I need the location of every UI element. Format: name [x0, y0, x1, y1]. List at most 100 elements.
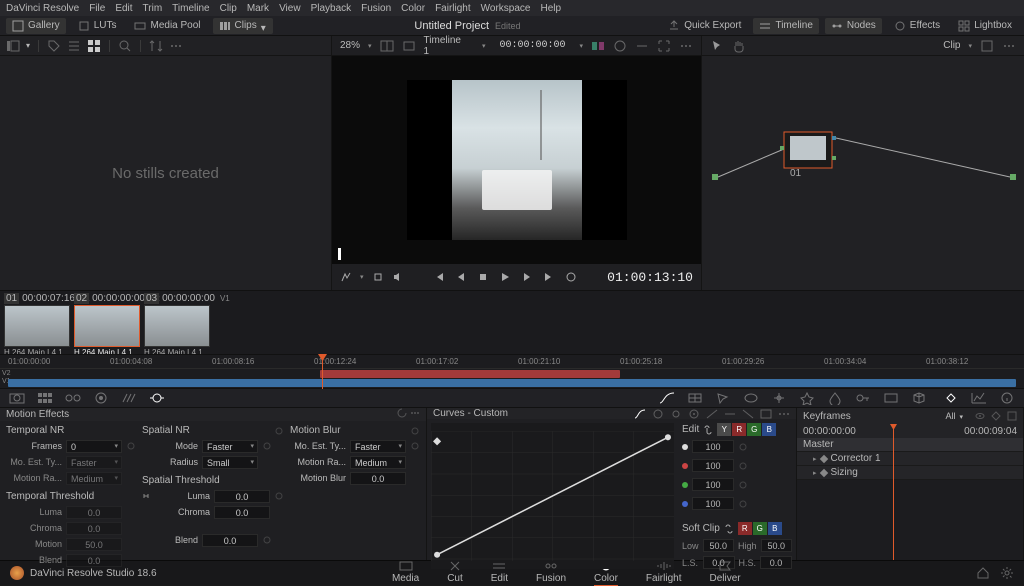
reset-icon[interactable]	[274, 426, 284, 436]
menu-item[interactable]: Fairlight	[435, 3, 471, 14]
spatial-chroma-input[interactable]: 0.0	[214, 506, 270, 519]
stop-icon[interactable]	[477, 271, 489, 283]
menu-item[interactable]: Timeline	[172, 3, 209, 14]
softclip-r-button[interactable]: R	[738, 522, 752, 535]
menu-item[interactable]: File	[89, 3, 105, 14]
keyframe-playhead[interactable]	[893, 424, 894, 560]
curves-icon[interactable]	[658, 391, 676, 405]
channel-y-button[interactable]: Y	[717, 423, 731, 436]
highlight-icon[interactable]	[613, 39, 627, 53]
layout-icon[interactable]	[402, 39, 416, 53]
rgb-mixer-icon[interactable]	[120, 391, 138, 405]
reset-icon[interactable]	[262, 441, 272, 451]
info-icon[interactable]	[998, 391, 1016, 405]
keyframe-filter[interactable]: All	[939, 411, 969, 421]
reset-icon[interactable]	[410, 426, 420, 436]
clip-thumb[interactable]: 0200:00:00:00V2 H.264 Main L4.1	[74, 293, 140, 357]
hue-vs-sat-icon[interactable]	[670, 409, 682, 419]
wheels-icon[interactable]	[64, 391, 82, 405]
timeline-name[interactable]: Timeline 1	[424, 35, 468, 57]
hand-icon[interactable]	[732, 39, 746, 53]
motion-effects-icon[interactable]	[148, 391, 166, 405]
keyframes-icon[interactable]	[942, 391, 960, 405]
menu-item[interactable]: Color	[401, 3, 425, 14]
media-pool-toggle[interactable]: Media Pool	[128, 18, 206, 34]
sizing-icon[interactable]	[882, 391, 900, 405]
cursor-icon[interactable]	[710, 39, 724, 53]
r-intensity-input[interactable]: 100	[692, 459, 734, 472]
image-wipe-icon[interactable]	[591, 39, 605, 53]
radius-select[interactable]: Small	[202, 456, 258, 469]
reset-icon[interactable]	[738, 480, 748, 490]
custom-curve-icon[interactable]	[634, 409, 646, 419]
g-intensity-input[interactable]: 100	[692, 478, 734, 491]
pick-icon[interactable]	[372, 271, 384, 283]
page-cut[interactable]: Cut	[447, 560, 463, 586]
channel-g-button[interactable]: G	[747, 423, 761, 436]
chevron-down-icon[interactable]: ▾	[360, 273, 364, 281]
menu-item[interactable]: View	[279, 3, 301, 14]
kf-master-row[interactable]: Master	[797, 438, 1023, 452]
mode-select[interactable]: Faster	[202, 440, 258, 453]
expand-icon[interactable]	[760, 409, 772, 419]
gallery-toggle[interactable]: Gallery	[6, 18, 66, 34]
expand-icon[interactable]	[1007, 411, 1017, 421]
node-clip-label[interactable]: Clip	[943, 40, 960, 51]
scopes-icon[interactable]	[970, 391, 988, 405]
menu-item[interactable]: Workspace	[481, 3, 531, 14]
list-icon[interactable]	[67, 39, 81, 53]
page-edit[interactable]: Edit	[491, 560, 508, 586]
motion-range-select[interactable]: Medium	[66, 472, 122, 485]
node-input[interactable]	[712, 174, 718, 180]
reset-icon[interactable]	[738, 461, 748, 471]
clips-toggle[interactable]: Clips▾	[213, 18, 273, 34]
chroma-input[interactable]: 0.0	[66, 522, 122, 535]
camera-raw-icon[interactable]	[8, 391, 26, 405]
kf-row[interactable]: ▸Sizing	[797, 466, 1023, 480]
spatial-blend-input[interactable]: 0.0	[202, 534, 258, 547]
expand-icon[interactable]	[657, 39, 671, 53]
hdr-icon[interactable]	[92, 391, 110, 405]
node-graph[interactable]: 01	[702, 56, 1024, 290]
more-icon[interactable]	[169, 39, 183, 53]
motion-input[interactable]: 50.0	[66, 538, 122, 551]
key-icon[interactable]	[854, 391, 872, 405]
more-icon[interactable]	[679, 39, 693, 53]
reset-icon[interactable]	[410, 441, 420, 451]
effects-toggle[interactable]: Effects	[888, 18, 946, 34]
more-icon[interactable]	[778, 409, 790, 419]
last-frame-icon[interactable]	[543, 271, 555, 283]
mo-est-select[interactable]: Faster	[66, 456, 122, 469]
menu-item[interactable]: Playback	[311, 3, 352, 14]
track-bar-v2[interactable]	[320, 370, 620, 378]
sat-vs-sat-icon[interactable]	[724, 409, 736, 419]
b-intensity-input[interactable]: 100	[692, 497, 734, 510]
lum-vs-sat-icon[interactable]	[706, 409, 718, 419]
menu-item[interactable]: DaVinci Resolve	[6, 3, 79, 14]
luma-input[interactable]: 0.0	[66, 506, 122, 519]
next-icon[interactable]	[521, 271, 533, 283]
quick-export-button[interactable]: Quick Export	[662, 18, 747, 34]
sidebar-icon[interactable]	[6, 39, 20, 53]
play-icon[interactable]	[499, 271, 511, 283]
reset-icon[interactable]	[274, 491, 284, 501]
high-input[interactable]: 50.0	[761, 539, 792, 552]
reset-icon[interactable]	[738, 442, 748, 452]
zoom-level[interactable]: 28%	[340, 40, 360, 51]
menu-item[interactable]: Fusion	[361, 3, 391, 14]
home-icon[interactable]	[976, 566, 990, 580]
color-checker-icon[interactable]	[36, 391, 54, 405]
more-icon[interactable]	[410, 408, 420, 418]
menu-item[interactable]: Help	[540, 3, 561, 14]
loop-icon[interactable]	[565, 271, 577, 283]
zoom-fit-icon[interactable]	[980, 39, 994, 53]
menu-item[interactable]: Mark	[247, 3, 269, 14]
softclip-g-button[interactable]: G	[753, 522, 767, 535]
menu-item[interactable]: Edit	[115, 3, 132, 14]
unmix-icon[interactable]	[635, 39, 649, 53]
channel-b-button[interactable]: B	[762, 423, 776, 436]
timecode-in[interactable]: 00:00:00:00	[499, 40, 565, 51]
mb-est-select[interactable]: Faster	[350, 440, 406, 453]
search-icon[interactable]	[118, 39, 132, 53]
blur-icon[interactable]	[826, 391, 844, 405]
